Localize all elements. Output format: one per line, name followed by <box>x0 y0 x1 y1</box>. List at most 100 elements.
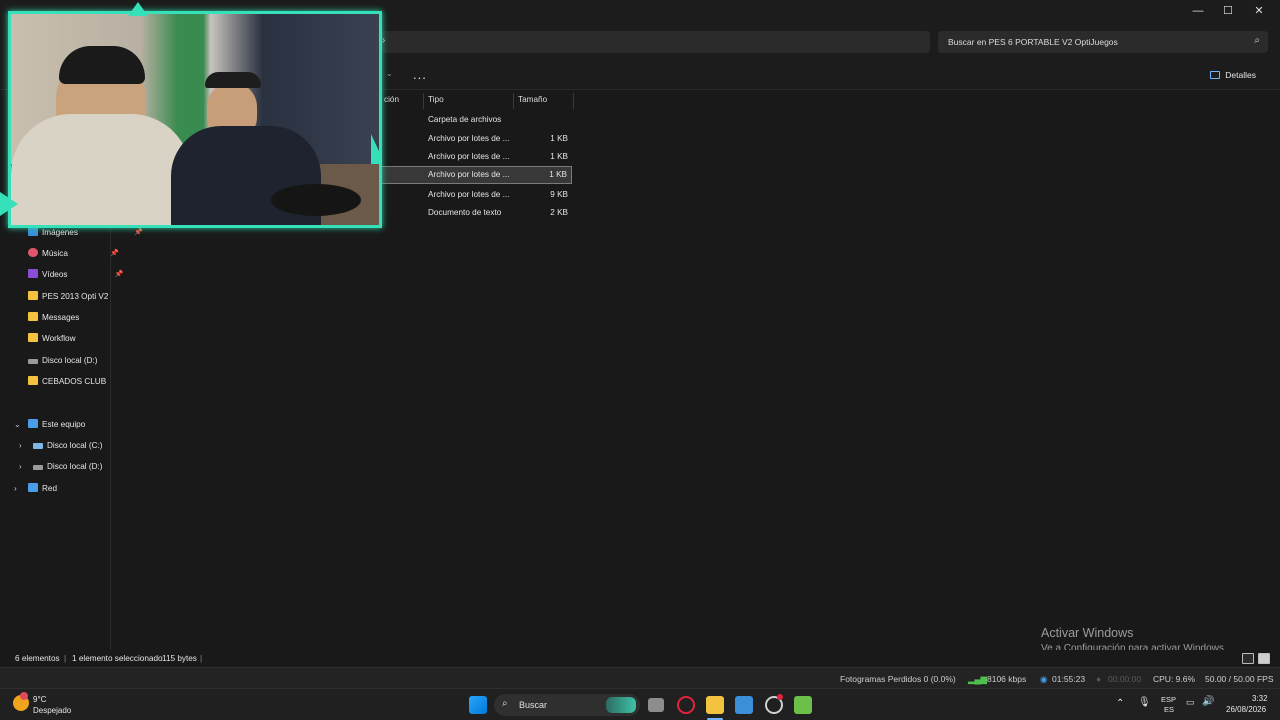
taskbar: 9°C Despejado ⌕ Buscar ⌃ 🎙 ESP ES ▭ 🔊 3:… <box>0 688 1280 720</box>
task-view-icon[interactable] <box>648 698 664 712</box>
chevron-right-icon[interactable]: › <box>382 35 385 46</box>
taskbar-search[interactable]: ⌕ Buscar <box>494 694 640 716</box>
webcam-overlay <box>8 11 382 228</box>
selected-size: 115 bytes <box>162 654 197 663</box>
tiles-view-button[interactable] <box>1258 653 1270 664</box>
frame-accent <box>371 134 379 164</box>
column-header-size[interactable]: Tamaño <box>514 93 574 109</box>
start-icon[interactable] <box>469 696 487 714</box>
folder-icon <box>28 312 38 321</box>
column-header-type[interactable]: Tipo <box>424 93 514 109</box>
app-icon[interactable] <box>794 696 812 714</box>
computer-icon <box>28 419 38 428</box>
obs-status-bar: Fotogramas Perdidos 0 (0.0%) ▂▄▆ 8106 kb… <box>0 667 1280 688</box>
chevron-down-icon[interactable]: ⌄ <box>14 416 21 434</box>
close-button[interactable]: ✕ <box>1244 3 1274 19</box>
network-icon[interactable]: ▭ <box>1186 697 1195 708</box>
sidebar-item-label: Imágenes <box>42 228 78 237</box>
opera-icon[interactable] <box>677 696 695 714</box>
person-left-hoodie <box>11 114 191 225</box>
taskbar-search-label: Buscar <box>519 700 548 710</box>
sidebar-item-cebados[interactable]: CEBADOS CLUB <box>28 373 106 391</box>
details-button[interactable]: Detalles <box>1210 70 1256 80</box>
sidebar-item-disk-d-pc[interactable]: › Disco local (D:) <box>19 458 103 476</box>
sidebar-item-disk-d[interactable]: Disco local (D:) <box>28 352 98 370</box>
sidebar-item-label: Vídeos <box>42 270 68 279</box>
language-code[interactable]: ESP <box>1161 695 1176 704</box>
volume-icon[interactable]: 🔊 <box>1202 696 1214 707</box>
file-row-selected[interactable]: Archivo por lotes de ... 1 KB <box>380 166 572 184</box>
weather-desc: Despejado <box>33 706 72 715</box>
notification-badge <box>20 692 28 700</box>
clock-date[interactable]: 26/08/2026 <box>1226 705 1266 714</box>
drive-icon <box>33 443 43 449</box>
frame-accent <box>0 192 18 216</box>
search-icon[interactable]: ⌕ <box>1254 35 1260 46</box>
maximize-button[interactable]: ☐ <box>1213 3 1243 19</box>
music-icon <box>28 248 38 257</box>
sidebar-item-label: CEBADOS CLUB <box>42 377 107 386</box>
chevron-right-icon[interactable]: › <box>14 480 17 498</box>
folder-icon <box>28 376 38 385</box>
sidebar-item-label: Messages <box>42 313 80 322</box>
clock-time[interactable]: 3:32 <box>1252 694 1268 703</box>
file-row[interactable]: Documento de texto 2 KB <box>380 204 572 222</box>
chevron-down-icon[interactable]: ⌄ <box>386 69 393 78</box>
sidebar-item-workflow[interactable]: Workflow <box>28 330 76 348</box>
sidebar-item-network[interactable]: › Red <box>14 480 57 498</box>
file-explorer-icon[interactable] <box>706 696 724 714</box>
search-highlight-icon <box>606 697 636 713</box>
dropped-frames: Fotogramas Perdidos 0 (0.0%) <box>840 674 956 684</box>
search-input[interactable]: Buscar en PES 6 PORTABLE V2 OptiJuegos <box>948 37 1118 47</box>
sidebar-item-label: Disco local (D:) <box>47 462 103 471</box>
file-type: Archivo por lotes de ... <box>428 134 510 143</box>
sidebar-item-videos[interactable]: Vídeos 📌 <box>28 266 124 284</box>
chevron-right-icon[interactable]: › <box>19 437 22 455</box>
minimize-button[interactable]: — <box>1183 3 1213 19</box>
pin-icon: 📌 <box>114 271 124 278</box>
bitrate: 8106 kbps <box>987 674 1027 684</box>
file-row[interactable]: Archivo por lotes de ... 1 KB <box>380 130 572 148</box>
file-type: Archivo por lotes de ... <box>428 190 510 199</box>
record-time: 00:00:00 <box>1108 674 1142 684</box>
person-right-cap <box>205 72 261 88</box>
frame-accent <box>128 2 148 16</box>
microphone-icon[interactable]: 🎙 <box>1138 697 1151 708</box>
column-header-name[interactable]: ción <box>380 93 424 109</box>
live-time: 01:55:23 <box>1052 674 1086 684</box>
sidebar-item-label: PES 2013 Opti V2 <box>42 292 108 301</box>
file-row[interactable]: Archivo por lotes de ... 1 KB <box>380 148 572 166</box>
videos-icon <box>28 269 38 278</box>
chevron-right-icon[interactable]: › <box>19 458 22 476</box>
drive-icon <box>28 359 38 364</box>
selected-count: 1 elemento seleccionado <box>72 654 163 663</box>
details-pane-icon <box>1210 71 1221 79</box>
file-type: Carpeta de archivos <box>428 115 502 124</box>
weather-temp: 9°C <box>33 695 47 704</box>
more-options-button[interactable]: ... <box>413 67 427 82</box>
keyboard-code[interactable]: ES <box>1164 705 1174 714</box>
search-box[interactable]: Buscar en PES 6 PORTABLE V2 OptiJuegos ⌕ <box>938 31 1268 53</box>
photos-icon[interactable] <box>735 696 753 714</box>
sidebar-item-disk-c[interactable]: › Disco local (C:) <box>19 437 103 455</box>
folder-icon <box>28 333 38 342</box>
details-label: Detalles <box>1225 70 1256 80</box>
item-count: 6 elementos <box>15 654 60 663</box>
sidebar-item-this-pc[interactable]: ⌄ Este equipo <box>14 416 85 434</box>
file-row[interactable]: Carpeta de archivos <box>380 111 572 129</box>
cpu-usage: CPU: 9.6% <box>1153 674 1196 684</box>
signal-icon: ▂▄▆ <box>968 674 988 684</box>
sidebar-item-pes2013[interactable]: PES 2013 Opti V2 <box>28 288 108 306</box>
details-view-button[interactable] <box>1242 653 1254 664</box>
sidebar-item-messages[interactable]: Messages <box>28 309 79 327</box>
images-icon <box>28 227 38 236</box>
file-size: 9 KB <box>550 190 568 199</box>
file-row[interactable]: Archivo por lotes de ... 9 KB <box>380 186 572 204</box>
pin-icon: 📌 <box>110 250 119 257</box>
chevron-up-icon[interactable]: ⌃ <box>1116 698 1124 709</box>
sidebar-item-music[interactable]: Música 📌 <box>28 245 119 263</box>
record-badge <box>777 694 783 700</box>
file-type: Documento de texto <box>428 208 502 217</box>
fps: 50.00 / 50.00 FPS <box>1205 674 1274 684</box>
address-bar[interactable]: › <box>378 31 930 53</box>
